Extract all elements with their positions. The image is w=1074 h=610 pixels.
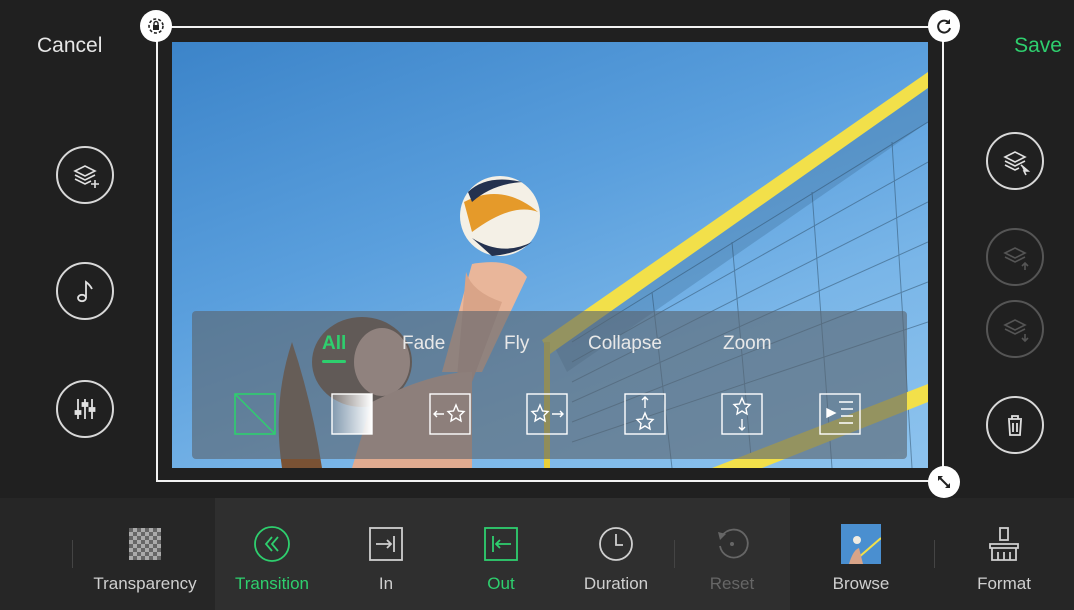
none-icon	[234, 393, 276, 435]
fly-left-icon	[429, 393, 471, 435]
resize-icon	[938, 476, 950, 488]
out-button[interactable]: Out	[451, 498, 551, 610]
fly-up-icon	[624, 393, 666, 435]
transition-panel: All Fade Fly Collapse Zoom	[192, 311, 907, 459]
fade-icon	[331, 393, 373, 435]
transition-label: Transition	[234, 574, 309, 593]
resize-handle[interactable]	[928, 466, 960, 498]
select-layer-icon	[1003, 151, 1031, 176]
clock-icon	[599, 527, 633, 561]
lock-handle[interactable]	[140, 10, 172, 42]
trash-icon	[1008, 415, 1022, 436]
add-layer-icon	[73, 165, 99, 188]
duration-button[interactable]: Duration	[566, 498, 666, 610]
transition-button[interactable]: Transition	[222, 498, 322, 610]
music-button[interactable]	[56, 262, 114, 320]
effect-none[interactable]	[234, 393, 276, 435]
double-chevron-left-icon	[254, 526, 290, 562]
music-note-icon	[77, 280, 93, 303]
transparency-button[interactable]: Transparency	[93, 498, 197, 610]
tab-fly[interactable]: Fly	[504, 333, 529, 355]
browse-label: Browse	[832, 574, 890, 593]
collapse-icon	[819, 393, 861, 435]
lock-icon	[148, 18, 164, 34]
out-icon	[484, 527, 518, 561]
save-button[interactable]: Save	[1014, 34, 1062, 58]
in-label: In	[378, 574, 394, 593]
tab-fade[interactable]: Fade	[402, 333, 445, 355]
effect-fly-up[interactable]	[624, 393, 666, 435]
bottom-toolbar: Transparency Transition In Out Duration …	[0, 498, 1074, 610]
duration-label: Duration	[583, 574, 649, 593]
format-label: Format	[977, 574, 1031, 593]
layer-up-button[interactable]	[986, 228, 1044, 286]
effect-fly-left[interactable]	[429, 393, 471, 435]
select-layer-button[interactable]	[986, 132, 1044, 190]
fly-right-icon	[526, 393, 568, 435]
cancel-button[interactable]: Cancel	[37, 34, 102, 58]
tab-all[interactable]: All	[322, 333, 347, 363]
delete-button[interactable]	[986, 396, 1044, 454]
reset-label: Reset	[709, 574, 755, 593]
layer-down-icon	[1003, 319, 1029, 343]
transition-tabs: All Fade Fly Collapse Zoom	[192, 333, 907, 363]
out-label: Out	[487, 574, 515, 593]
reset-icon	[718, 528, 749, 559]
add-layer-button[interactable]	[56, 146, 114, 204]
tab-zoom[interactable]: Zoom	[723, 333, 772, 355]
in-icon	[369, 527, 403, 561]
fly-down-icon	[721, 393, 763, 435]
rotate-icon	[937, 19, 951, 34]
equalizer-icon	[74, 399, 96, 419]
browse-button[interactable]: Browse	[811, 498, 911, 610]
brush-icon	[989, 527, 1019, 561]
rotate-handle[interactable]	[928, 10, 960, 42]
layer-up-icon	[1003, 247, 1029, 270]
in-button[interactable]: In	[336, 498, 436, 610]
effect-fly-down[interactable]	[721, 393, 763, 435]
tab-collapse[interactable]: Collapse	[588, 333, 662, 355]
adjust-button[interactable]	[56, 380, 114, 438]
effect-fly-right[interactable]	[526, 393, 568, 435]
effect-collapse[interactable]	[819, 393, 861, 435]
format-button[interactable]: Format	[954, 498, 1054, 610]
effect-fade[interactable]	[331, 393, 373, 435]
image-thumbnail-icon	[841, 524, 881, 564]
transparency-icon	[129, 528, 161, 560]
layer-down-button[interactable]	[986, 300, 1044, 358]
reset-button[interactable]: Reset	[682, 498, 782, 610]
transparency-label: Transparency	[93, 574, 197, 593]
